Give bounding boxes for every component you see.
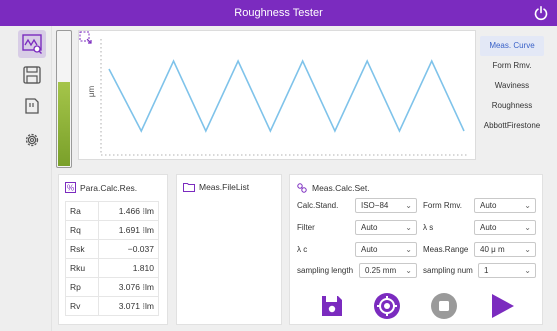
form-rmv-value: Auto bbox=[480, 201, 497, 210]
calc-settings-title: Meas.Calc.Set. bbox=[312, 183, 370, 193]
sampling-num-label: sampling num bbox=[423, 266, 473, 275]
calc-standard-value: ISO−84 bbox=[361, 201, 389, 210]
mode-form-removal[interactable]: Form Rmv. bbox=[480, 56, 544, 76]
form-rmv-label: Form Rmv. bbox=[423, 201, 462, 210]
table-row: Rsk −0.037 bbox=[65, 239, 160, 259]
sampling-num-select[interactable]: 1 ⌄ bbox=[478, 263, 536, 278]
target-button[interactable] bbox=[373, 292, 401, 320]
settings-gear-icon bbox=[25, 133, 39, 147]
start-measure-button[interactable] bbox=[488, 292, 516, 320]
stop-button[interactable] bbox=[430, 292, 458, 320]
lambda-c-value: Auto bbox=[361, 245, 378, 254]
lambda-c-label: λ c bbox=[297, 245, 308, 254]
mode-abbott-firestone[interactable]: AbbottFirestone bbox=[480, 116, 544, 136]
chevron-down-icon: ⌄ bbox=[405, 201, 412, 210]
lambda-s-value: Auto bbox=[480, 223, 497, 232]
signal-level-gauge bbox=[56, 30, 72, 168]
zoom-select-icon[interactable] bbox=[79, 31, 93, 45]
table-row: Rku 1.810 bbox=[65, 258, 160, 278]
calc-standard-select[interactable]: ISO−84 ⌄ bbox=[355, 198, 417, 213]
folder-icon bbox=[183, 183, 195, 192]
table-row: Ra 1.466 ⁝lm bbox=[65, 201, 160, 221]
lambda-s-select[interactable]: Auto ⌄ bbox=[474, 220, 536, 235]
measurement-graph: μm bbox=[78, 30, 476, 160]
param-value: 3.076 ⁝lm bbox=[97, 277, 160, 297]
sidebar-item-curve[interactable] bbox=[18, 30, 46, 58]
param-value: 1.466 ⁝lm bbox=[97, 201, 160, 221]
curve-view-icon bbox=[22, 34, 42, 54]
lambda-c-select[interactable]: Auto ⌄ bbox=[355, 242, 417, 257]
memory-card-icon bbox=[25, 98, 39, 114]
param-results-panel: % Para.Calc.Res. Ra 1.466 ⁝lm Rq 1.691 ⁝lm… bbox=[58, 174, 168, 325]
param-value: 3.071 ⁝lm bbox=[97, 296, 160, 316]
sampling-length-value: 0.25 mm bbox=[365, 266, 397, 275]
mode-meas-curve[interactable]: Meas. Curve bbox=[480, 36, 544, 56]
chevron-down-icon: ⌄ bbox=[405, 223, 412, 232]
svg-text:%: % bbox=[67, 184, 74, 193]
view-mode-list: Meas. Curve Form Rmv. Waviness Roughness… bbox=[480, 36, 544, 136]
chevron-down-icon: ⌄ bbox=[524, 201, 531, 210]
param-value: −0.037 bbox=[97, 239, 160, 259]
play-icon bbox=[492, 294, 514, 318]
filter-select[interactable]: Auto ⌄ bbox=[355, 220, 417, 235]
lambda-s-label: λ s bbox=[423, 223, 434, 232]
mode-roughness[interactable]: Roughness bbox=[480, 96, 544, 116]
param-results-table: Ra 1.466 ⁝lm Rq 1.691 ⁝lm Rsk −0.037 Rku 1.8… bbox=[65, 201, 160, 316]
file-list-header: Meas.FileList bbox=[183, 182, 249, 192]
table-row: Rv 3.071 ⁝lm bbox=[65, 296, 160, 316]
percent-icon: % bbox=[65, 182, 76, 193]
sidebar-item-memory[interactable] bbox=[18, 92, 46, 120]
param-name: Rsk bbox=[65, 239, 99, 259]
sidebar-item-save[interactable] bbox=[18, 61, 46, 89]
sampling-length-select[interactable]: 0.25 mm ⌄ bbox=[359, 263, 417, 278]
chevron-down-icon: ⌄ bbox=[405, 245, 412, 254]
gauge-fill bbox=[58, 81, 70, 166]
param-value: 1.810 bbox=[97, 258, 160, 278]
stop-icon bbox=[431, 293, 457, 319]
chevron-down-icon: ⌄ bbox=[405, 266, 412, 275]
series-line bbox=[108, 59, 465, 133]
param-name: Rku bbox=[65, 258, 99, 278]
filter-label: Filter bbox=[297, 223, 315, 232]
sampling-length-label: sampling length bbox=[297, 266, 354, 275]
chevron-down-icon: ⌄ bbox=[524, 266, 531, 275]
graph-canvas bbox=[100, 39, 467, 156]
meas-range-label: Meas.Range bbox=[423, 245, 469, 254]
param-name: Rv bbox=[65, 296, 99, 316]
power-icon[interactable] bbox=[533, 5, 549, 21]
param-name: Rq bbox=[65, 220, 99, 240]
calc-standard-label: Calc.Stand. bbox=[297, 201, 339, 210]
meas-range-select[interactable]: 40 μ m ⌄ bbox=[474, 242, 536, 257]
chevron-down-icon: ⌄ bbox=[524, 245, 531, 254]
save-button[interactable] bbox=[318, 292, 346, 320]
sidebar-item-settings[interactable] bbox=[18, 126, 46, 154]
param-name: Rp bbox=[65, 277, 99, 297]
param-name: Ra bbox=[65, 201, 99, 221]
filter-value: Auto bbox=[361, 223, 378, 232]
save-disk-icon bbox=[23, 66, 41, 84]
table-row: Rp 3.076 ⁝lm bbox=[65, 277, 160, 297]
meas-range-value: 40 μ m bbox=[480, 245, 505, 254]
settings-sliders-icon bbox=[297, 183, 307, 193]
mode-waviness[interactable]: Waviness bbox=[480, 76, 544, 96]
sampling-num-value: 1 bbox=[484, 266, 489, 275]
file-list-panel: Meas.FileList bbox=[176, 174, 282, 325]
param-results-title: Para.Calc.Res. bbox=[80, 182, 138, 193]
param-value: 1.691 ⁝lm bbox=[97, 220, 160, 240]
table-row: Rq 1.691 ⁝lm bbox=[65, 220, 160, 240]
calc-settings-header: Meas.Calc.Set. bbox=[296, 182, 370, 194]
sidebar bbox=[0, 26, 52, 331]
param-results-header: % Para.Calc.Res. bbox=[65, 182, 137, 193]
file-list-title: Meas.FileList bbox=[199, 182, 250, 192]
save-icon bbox=[322, 296, 342, 316]
form-rmv-select[interactable]: Auto ⌄ bbox=[474, 198, 536, 213]
app-title: Roughness Tester bbox=[234, 7, 323, 19]
chevron-down-icon: ⌄ bbox=[524, 223, 531, 232]
y-axis-label: μm bbox=[87, 85, 97, 98]
title-bar: Roughness Tester bbox=[0, 0, 557, 26]
crosshair-target-icon bbox=[374, 293, 400, 319]
